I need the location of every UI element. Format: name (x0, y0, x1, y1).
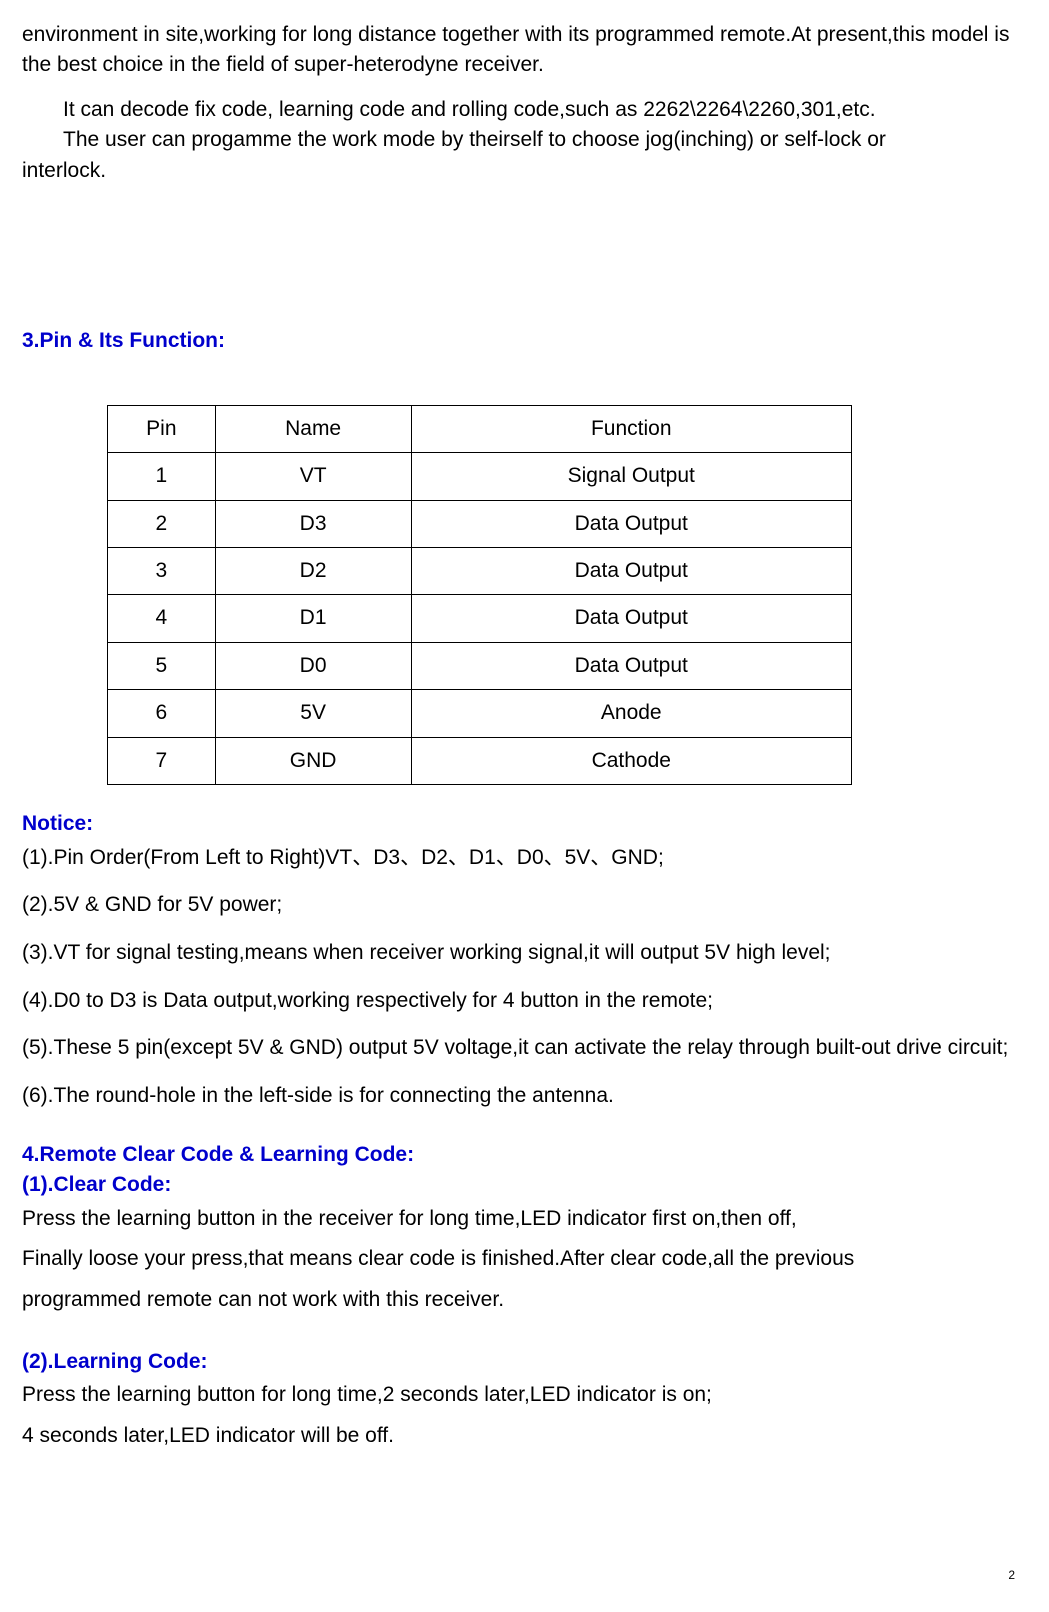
notice-item: (2).5V & GND for 5V power; (22, 887, 1027, 923)
cell-func: Data Output (411, 500, 851, 547)
cell-pin: 6 (108, 690, 216, 737)
table-row: 7 GND Cathode (108, 737, 852, 784)
page-number: 2 (1008, 1567, 1015, 1584)
page-content: environment in site,working for long dis… (22, 20, 1027, 1590)
section4-sub2-heading: (2).Learning Code: (22, 1347, 1027, 1377)
cell-func: Data Output (411, 595, 851, 642)
cell-name: 5V (215, 690, 411, 737)
section4-heading: 4.Remote Clear Code & Learning Code: (22, 1140, 1027, 1170)
th-name: Name (215, 405, 411, 452)
th-pin: Pin (108, 405, 216, 452)
notice-item: (4).D0 to D3 is Data output,working resp… (22, 983, 1027, 1019)
table-row: 3 D2 Data Output (108, 547, 852, 594)
intro-paragraph-1: environment in site,working for long dis… (22, 20, 1027, 81)
clear-code-line: programmed remote can not work with this… (22, 1282, 1027, 1319)
intro-paragraph-2: It can decode fix code, learning code an… (63, 95, 1027, 125)
table-header-row: Pin Name Function (108, 405, 852, 452)
pin-function-table: Pin Name Function 1 VT Signal Output 2 D… (107, 405, 852, 786)
cell-name: D0 (215, 642, 411, 689)
cell-func: Signal Output (411, 453, 851, 500)
section4-sub1-heading: (1).Clear Code: (22, 1170, 1027, 1200)
cell-name: VT (215, 453, 411, 500)
learning-code-line: 4 seconds later,LED indicator will be of… (22, 1418, 1027, 1455)
intro-paragraph-3a: The user can progamme the work mode by t… (63, 125, 1027, 155)
cell-pin: 3 (108, 547, 216, 594)
notice-heading: Notice: (22, 809, 1027, 839)
cell-name: D1 (215, 595, 411, 642)
learning-code-line: Press the learning button for long time,… (22, 1377, 1027, 1414)
learning-code-body: Press the learning button for long time,… (22, 1377, 1027, 1455)
clear-code-body: Press the learning button in the receive… (22, 1201, 1027, 1319)
cell-pin: 5 (108, 642, 216, 689)
section3-heading: 3.Pin & Its Function: (22, 326, 1027, 356)
cell-pin: 2 (108, 500, 216, 547)
intro-paragraph-3b: interlock. (22, 156, 1027, 186)
notice-item: (6).The round-hole in the left-side is f… (22, 1078, 1027, 1114)
notice-list: (1).Pin Order(From Left to Right)VT、D3、D… (22, 840, 1027, 1114)
th-function: Function (411, 405, 851, 452)
cell-func: Anode (411, 690, 851, 737)
table-row: 6 5V Anode (108, 690, 852, 737)
notice-item: (5).These 5 pin(except 5V & GND) output … (22, 1030, 1027, 1066)
table-row: 2 D3 Data Output (108, 500, 852, 547)
table-row: 4 D1 Data Output (108, 595, 852, 642)
cell-name: D3 (215, 500, 411, 547)
table-row: 1 VT Signal Output (108, 453, 852, 500)
clear-code-line: Finally loose your press,that means clea… (22, 1241, 1027, 1278)
cell-func: Data Output (411, 642, 851, 689)
cell-name: GND (215, 737, 411, 784)
table-row: 5 D0 Data Output (108, 642, 852, 689)
cell-pin: 1 (108, 453, 216, 500)
cell-func: Data Output (411, 547, 851, 594)
cell-pin: 4 (108, 595, 216, 642)
cell-name: D2 (215, 547, 411, 594)
notice-item: (1).Pin Order(From Left to Right)VT、D3、D… (22, 840, 1027, 876)
cell-pin: 7 (108, 737, 216, 784)
cell-func: Cathode (411, 737, 851, 784)
clear-code-line: Press the learning button in the receive… (22, 1201, 1027, 1238)
notice-item: (3).VT for signal testing,means when rec… (22, 935, 1027, 971)
